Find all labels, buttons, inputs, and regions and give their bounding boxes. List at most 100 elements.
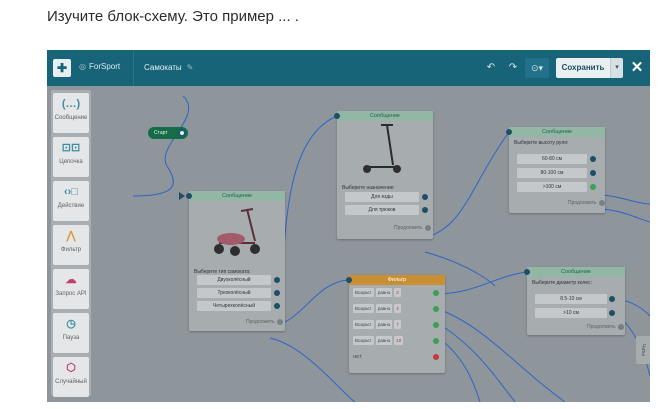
chain-icon: ⊡⊡ bbox=[61, 142, 81, 154]
filter-node[interactable]: Фильтр Возраст равно 2 Возраст равно 4 Возра… bbox=[349, 275, 445, 373]
palette-item-pause[interactable]: ◷ Пауза bbox=[53, 313, 89, 353]
option-button[interactable]: Четырехколёсный bbox=[197, 301, 271, 311]
node-title: Сообщение bbox=[337, 111, 433, 121]
filter-operator: равно bbox=[375, 304, 393, 313]
save-dropdown-chevron-icon[interactable]: ▾ bbox=[610, 58, 623, 78]
question-text: Изучите блок-схему. Это пример ... . bbox=[47, 8, 299, 25]
continue-output-port[interactable] bbox=[277, 319, 283, 325]
kids-scooter-image bbox=[214, 208, 260, 256]
continue-output-port[interactable] bbox=[425, 225, 431, 231]
option-output-port[interactable] bbox=[274, 303, 280, 309]
palette-item-action[interactable]: ‹›□ Действие bbox=[53, 181, 89, 221]
option-output-port[interactable] bbox=[590, 156, 596, 162]
palette-item-message[interactable]: (…) Сообщение bbox=[53, 93, 89, 133]
pencil-icon[interactable]: ✎ bbox=[187, 63, 194, 72]
continue-output-port[interactable] bbox=[618, 324, 624, 330]
option-button[interactable]: 80-100 см bbox=[517, 168, 587, 178]
node-title: Фильтр bbox=[349, 275, 445, 285]
project-title[interactable]: Самокаты ✎ bbox=[144, 63, 193, 72]
start-node[interactable]: Старт bbox=[148, 127, 188, 139]
node-prompt: Выберите диаметр колес: bbox=[532, 280, 592, 286]
option-button[interactable]: >100 см bbox=[517, 182, 587, 192]
message-node[interactable]: Сообщение Выберите тип самоката: Двухкол… bbox=[189, 191, 285, 331]
wire-start-msg1 bbox=[132, 95, 190, 197]
filter-output-port[interactable] bbox=[433, 290, 439, 296]
palette-label: Запрос API bbox=[55, 291, 87, 297]
option-button[interactable]: 8.5-10 см bbox=[535, 294, 607, 304]
node-input-port[interactable] bbox=[346, 277, 352, 283]
palette-label: Цепочка bbox=[59, 159, 83, 165]
option-button[interactable]: Для езды bbox=[345, 192, 419, 202]
continue-label[interactable]: Продолжить bbox=[568, 200, 597, 206]
palette-label: Действие bbox=[57, 203, 85, 209]
save-button[interactable]: Сохранить bbox=[556, 58, 610, 78]
palette-item-api-request[interactable]: ☁ Запрос API bbox=[53, 269, 89, 309]
filter-value: 10 bbox=[394, 336, 404, 345]
message-node[interactable]: Сообщение Выберите диаметр колес: 8.5-10… bbox=[527, 267, 625, 335]
app-logo-icon[interactable]: ✚ bbox=[53, 59, 71, 77]
bot-builder-screenshot: ✚ ◎ ForSport Самокаты ✎ ↶ ↷ ⊙▾ Сохранить ▾… bbox=[47, 50, 650, 402]
filter-condition-row[interactable]: Возраст равно 4 bbox=[353, 304, 403, 313]
undo-icon[interactable]: ↶ bbox=[483, 58, 499, 78]
start-output-port[interactable] bbox=[178, 129, 186, 137]
node-input-port[interactable] bbox=[524, 269, 530, 275]
option-button[interactable]: Для трюков bbox=[345, 205, 419, 215]
option-output-port[interactable] bbox=[274, 290, 280, 296]
option-output-port[interactable] bbox=[422, 194, 428, 200]
palette-label: Сообщение bbox=[54, 115, 88, 121]
brand-badge-icon: ◎ bbox=[79, 62, 86, 71]
option-output-port[interactable] bbox=[609, 296, 615, 302]
node-input-port[interactable] bbox=[186, 193, 192, 199]
history-icon[interactable]: ⊙▾ bbox=[525, 58, 549, 78]
palette-item-random[interactable]: ⬡ Случайный bbox=[53, 357, 89, 397]
message-icon: (…) bbox=[61, 98, 81, 110]
filter-none-row[interactable]: НЕТ bbox=[353, 352, 362, 361]
palette-label: Фильтр bbox=[60, 247, 82, 253]
filter-output-port[interactable] bbox=[433, 322, 439, 328]
option-button[interactable]: >10 см bbox=[535, 308, 607, 318]
wire-msg2-msg3 bbox=[424, 131, 510, 239]
filter-none-output-port[interactable] bbox=[433, 354, 439, 360]
action-icon: ‹›□ bbox=[64, 186, 78, 198]
filter-field: Возраст bbox=[353, 336, 374, 345]
option-output-port[interactable] bbox=[590, 184, 596, 190]
random-box-icon: ⬡ bbox=[66, 362, 76, 374]
filter-field: Возраст bbox=[353, 288, 374, 297]
filter-icon: ⋀ bbox=[66, 230, 76, 242]
continue-label[interactable]: Продолжить bbox=[246, 319, 275, 325]
option-output-port[interactable] bbox=[609, 310, 615, 316]
topbar-divider bbox=[133, 50, 134, 86]
node-input-port[interactable] bbox=[506, 129, 512, 135]
redo-icon[interactable]: ↷ bbox=[505, 58, 521, 78]
filter-condition-row[interactable]: Возраст равно 2 bbox=[353, 288, 403, 297]
message-node[interactable]: Сообщение Выберите высоту руля: 60-80 см… bbox=[509, 127, 605, 213]
wire-msg1-out bbox=[269, 337, 356, 402]
option-button[interactable]: Трехколёсный bbox=[197, 288, 271, 298]
option-button[interactable]: Двухколёсный bbox=[197, 275, 271, 285]
continue-label[interactable]: Продолжить bbox=[587, 324, 616, 330]
palette-item-filter[interactable]: ⋀ Фильтр bbox=[53, 225, 89, 265]
option-output-port[interactable] bbox=[590, 170, 596, 176]
api-request-icon: ☁ bbox=[65, 274, 77, 286]
option-output-port[interactable] bbox=[274, 277, 280, 283]
option-output-port[interactable] bbox=[422, 207, 428, 213]
filter-value: 2 bbox=[394, 288, 401, 297]
filter-output-port[interactable] bbox=[433, 306, 439, 312]
wire-filter-msg4 bbox=[435, 271, 528, 295]
filter-operator: равно bbox=[375, 320, 393, 329]
brand-name: ForSport bbox=[88, 62, 121, 71]
brand[interactable]: ◎ ForSport bbox=[79, 62, 120, 71]
filter-condition-row[interactable]: Возраст равно 7 bbox=[353, 320, 403, 329]
option-button[interactable]: 60-80 см bbox=[517, 154, 587, 164]
flow-canvas[interactable]: ⊕ ⊖ Старт Сообщение Выберите тип самокат… bbox=[95, 86, 650, 402]
close-icon[interactable]: ✕ bbox=[629, 58, 645, 78]
filter-output-port[interactable] bbox=[433, 338, 439, 344]
node-input-port[interactable] bbox=[334, 113, 340, 119]
node-title: Сообщение bbox=[189, 191, 285, 201]
continue-output-port[interactable] bbox=[599, 200, 605, 206]
chats-tab[interactable]: Чаты bbox=[636, 336, 650, 364]
filter-condition-row[interactable]: Возраст равно 10 bbox=[353, 336, 405, 345]
continue-label[interactable]: Продолжить bbox=[394, 225, 423, 231]
message-node[interactable]: Сообщение Выберите назначение: Для езды … bbox=[337, 111, 433, 239]
palette-item-chain[interactable]: ⊡⊡ Цепочка bbox=[53, 137, 89, 177]
